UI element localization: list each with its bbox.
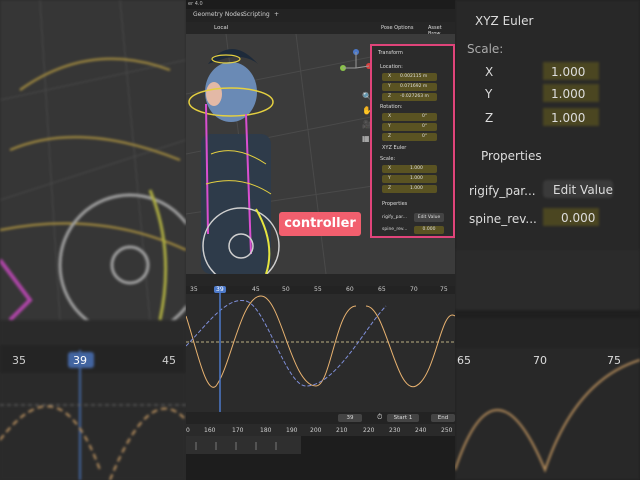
- graph-tick: 65: [378, 286, 386, 293]
- rotation-label: Rotation:: [380, 104, 403, 110]
- version-title: er 4.0: [188, 1, 203, 7]
- graph-tick: 50: [282, 286, 290, 293]
- ruler-tick: 250: [441, 427, 453, 434]
- right-background-art: [455, 0, 640, 480]
- clock-icon[interactable]: ⏱: [377, 413, 382, 422]
- pose-options-button[interactable]: Pose Options: [381, 25, 413, 31]
- right-scale-x-value: 1.000: [551, 65, 586, 79]
- graph-editor-header: [186, 274, 455, 286]
- spine-value-field[interactable]: 0.000: [414, 226, 444, 234]
- rotation-z-field[interactable]: Z 0°: [382, 133, 437, 141]
- right-rotation-mode: XYZ Euler: [475, 14, 534, 28]
- f-curves: [186, 286, 455, 412]
- grid-icon[interactable]: ▦: [362, 134, 370, 143]
- right-tick: 75: [607, 354, 621, 367]
- start-frame-field[interactable]: Start 1: [387, 414, 419, 422]
- right-edit-value: Edit Value: [553, 183, 614, 197]
- graph-tick: 70: [410, 286, 418, 293]
- location-z-field[interactable]: Z -0.027263 m: [382, 93, 437, 101]
- ruler-tick: 0: [186, 427, 190, 434]
- scale-x-field[interactable]: X 1.000: [382, 165, 437, 173]
- controller-overlay-label: controller: [279, 212, 361, 236]
- ruler-tick: 230: [389, 427, 401, 434]
- location-y-field[interactable]: Y 0.071692 m: [382, 83, 437, 91]
- graph-editor[interactable]: 35 39 45 50 55 60 65 70 75: [186, 286, 455, 412]
- properties-title: Properties: [382, 201, 408, 207]
- scale-z-field[interactable]: Z 1.000: [382, 185, 437, 193]
- add-tab-button[interactable]: +: [274, 11, 279, 18]
- right-spine-value: 0.000: [561, 211, 596, 225]
- current-frame-field[interactable]: 39: [338, 414, 362, 422]
- tab-scripting[interactable]: Scripting: [243, 11, 270, 18]
- right-blurred-background: XYZ Euler Scale: X 1.000 Y 1.000 Z 1.000…: [455, 0, 640, 480]
- location-x-field[interactable]: X 0.002115 m: [382, 73, 437, 81]
- ruler-tick: 220: [363, 427, 375, 434]
- right-scale-z-value: 1.000: [551, 111, 586, 125]
- graph-tick: 45: [252, 286, 260, 293]
- timeline-keyframes: [186, 436, 301, 454]
- location-label: Location:: [380, 64, 403, 70]
- right-rigify-label: rigify_par...: [469, 184, 536, 198]
- spine-label: spine_rev...: [382, 227, 408, 232]
- right-scale-label: Scale:: [467, 42, 504, 56]
- current-frame-indicator[interactable]: 39: [214, 286, 226, 293]
- right-scale-y-axis: Y: [485, 87, 493, 101]
- graph-tick: 75: [440, 286, 448, 293]
- right-scale-y-value: 1.000: [551, 87, 586, 101]
- rotation-y-field[interactable]: Y 0°: [382, 123, 437, 131]
- view-mode-select[interactable]: Local: [214, 25, 228, 31]
- scale-y-field[interactable]: Y 1.000: [382, 175, 437, 183]
- right-spine-label: spine_rev...: [469, 212, 537, 226]
- graph-tick: 60: [346, 286, 354, 293]
- right-tick: 65: [457, 354, 471, 367]
- n-panel-properties: Transform Location: X 0.002115 m Y 0.07169…: [370, 44, 455, 238]
- timeline-controls: 39 ⏱ Start 1 End: [186, 412, 455, 424]
- rotation-mode-select[interactable]: XYZ Euler: [382, 145, 406, 151]
- left-tick: 45: [162, 354, 176, 367]
- timeline-tracks[interactable]: [186, 436, 455, 480]
- ruler-tick: 210: [336, 427, 348, 434]
- blender-window: er 4.0 Geometry Nodes Scripting + Local …: [186, 0, 455, 480]
- scale-label: Scale:: [380, 156, 396, 162]
- right-scale-x-axis: X: [485, 65, 494, 79]
- rotation-x-field[interactable]: X 0°: [382, 113, 437, 121]
- ruler-tick: 170: [232, 427, 244, 434]
- transform-title: Transform: [378, 50, 403, 56]
- ruler-tick: 240: [415, 427, 427, 434]
- graph-tick: 35: [190, 286, 198, 293]
- ruler-tick: 200: [310, 427, 322, 434]
- left-blurred-background: 35 39 45: [0, 0, 186, 480]
- right-properties-title: Properties: [481, 149, 542, 163]
- rigify-label: rigify_par...: [382, 215, 407, 220]
- right-tick: 70: [533, 354, 547, 367]
- left-tick: 35: [12, 354, 26, 367]
- graph-tick: 55: [314, 286, 322, 293]
- ruler-tick: 180: [260, 427, 272, 434]
- viewport-header: Local Pose Options Asset Brow: [186, 22, 455, 37]
- left-tick-current: 39: [73, 354, 87, 367]
- right-scale-z-axis: Z: [485, 111, 494, 125]
- tab-geometry-nodes[interactable]: Geometry Nodes: [193, 11, 244, 18]
- left-background-art: [0, 0, 186, 480]
- ruler-tick: 160: [204, 427, 216, 434]
- timeline-ruler[interactable]: 0 160 170 180 190 200 210 220 230 240 25…: [186, 424, 455, 436]
- ruler-tick: 190: [286, 427, 298, 434]
- end-frame-field[interactable]: End: [431, 414, 455, 422]
- edit-value-button[interactable]: Edit Value: [414, 213, 444, 222]
- title-bar: er 4.0: [186, 0, 455, 9]
